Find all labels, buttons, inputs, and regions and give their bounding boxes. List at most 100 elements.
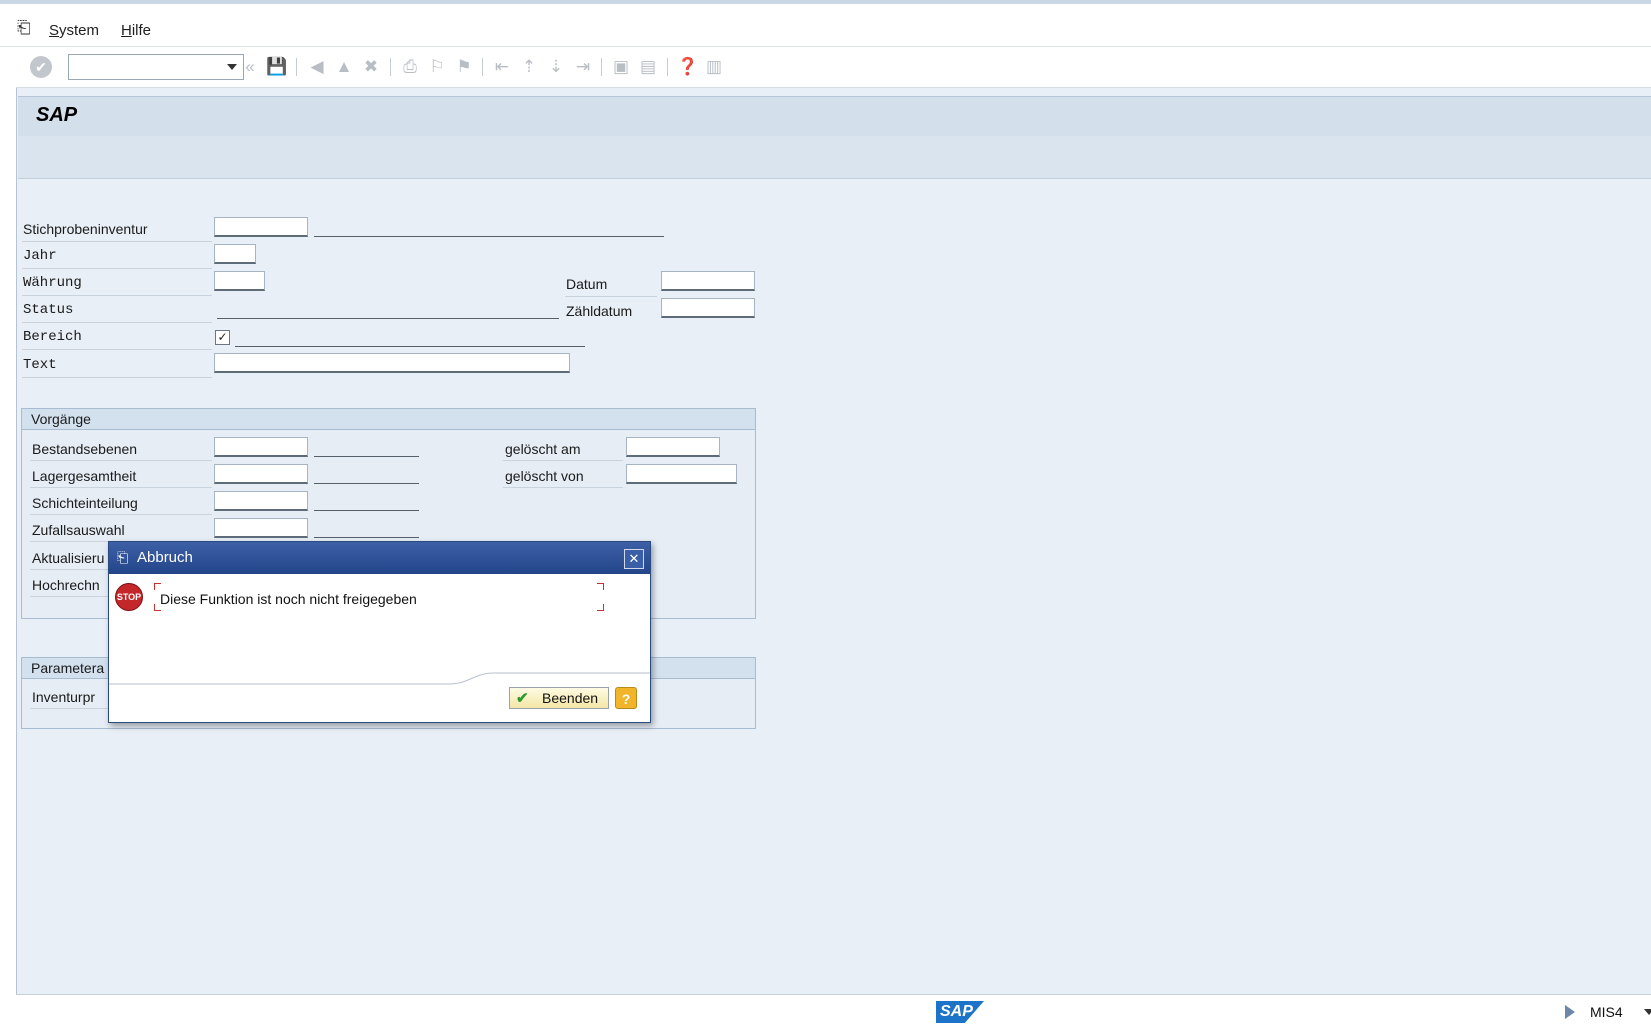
toolbar-separator xyxy=(390,58,391,76)
help-icon[interactable]: ❓ xyxy=(677,57,698,77)
layout-menu-icon[interactable]: ▥ xyxy=(704,57,724,77)
zufallsauswahl-input[interactable] xyxy=(214,518,308,538)
label-underline xyxy=(30,460,212,461)
dialog-message[interactable]: Diese Funktion ist noch nicht freigegebe… xyxy=(160,591,417,607)
vorgaenge-group-header: Vorgänge xyxy=(22,409,755,430)
save-icon[interactable]: 💾 xyxy=(266,57,287,77)
status-label: Status xyxy=(23,302,74,318)
close-icon[interactable]: ✕ xyxy=(624,549,644,569)
label-underline xyxy=(22,322,212,323)
dialog-window-icon: ⎗ xyxy=(117,549,129,565)
geloescht-am-input[interactable] xyxy=(626,437,720,457)
label-underline xyxy=(503,487,623,488)
status-value xyxy=(217,318,559,319)
toolbar-separator xyxy=(601,58,602,76)
previous-page-icon[interactable]: ⇡ xyxy=(519,57,539,77)
page-title: SAP xyxy=(36,104,78,126)
new-session-icon[interactable]: ▣ xyxy=(611,57,631,77)
dialog-title-bar[interactable]: ⎗ Abbruch ✕ xyxy=(109,542,650,574)
vorgaenge-group-title: Vorgänge xyxy=(31,411,91,427)
label-underline xyxy=(30,569,110,570)
datum-label: Datum xyxy=(566,276,608,292)
label-underline xyxy=(30,514,212,515)
application-toolbar xyxy=(18,136,1651,179)
bereich-description xyxy=(235,346,585,347)
stop-icon: STOP xyxy=(115,583,143,611)
zaehldatum-input[interactable] xyxy=(661,298,755,318)
toolbar: ✔ « 💾 ◀ ▲ ✖ ⎙ ⚐ ⚑ ⇤ ⇡ ⇣ ⇥ ▣ ▤ ❓ ▥ xyxy=(16,47,1651,88)
system-name: MIS4 xyxy=(1590,1004,1623,1020)
geloescht-von-input[interactable] xyxy=(626,464,737,484)
waehrung-label: Währung xyxy=(23,275,82,291)
chevron-down-icon[interactable] xyxy=(1644,1009,1651,1015)
message-bracket xyxy=(154,583,161,590)
datum-input[interactable] xyxy=(661,271,755,291)
command-field[interactable] xyxy=(68,54,244,80)
cancel-icon[interactable]: ✖ xyxy=(361,57,381,77)
lagergesamtheit-input[interactable] xyxy=(214,464,308,484)
label-underline xyxy=(22,377,212,378)
bereich-checkbox[interactable]: ✓ xyxy=(215,330,230,345)
exit-icon[interactable]: ▲ xyxy=(334,57,354,77)
enter-icon[interactable]: ✔ xyxy=(30,56,52,78)
zufallsauswahl-label: Zufallsauswahl xyxy=(32,522,125,538)
label-underline xyxy=(22,349,212,350)
label-underline xyxy=(30,708,110,709)
waehrung-input[interactable] xyxy=(214,271,265,291)
sap-logo: SAP xyxy=(936,1001,984,1023)
play-icon[interactable] xyxy=(1565,1005,1575,1019)
help-button[interactable]: ? xyxy=(615,687,637,709)
find-next-icon[interactable]: ⚑ xyxy=(454,57,474,77)
beenden-button[interactable]: ✔ Beenden xyxy=(509,687,609,709)
toolbar-separator xyxy=(296,58,297,76)
beenden-button-label: Beenden xyxy=(542,690,599,706)
schichteinteilung-value xyxy=(314,510,419,511)
checkmark-icon: ✔ xyxy=(516,690,529,707)
chevron-down-icon[interactable] xyxy=(227,64,237,70)
label-underline xyxy=(565,296,657,297)
dialog-title: Abbruch xyxy=(137,549,193,566)
lagergesamtheit-label: Lagergesamtheit xyxy=(32,468,137,484)
bestandsebenen-label: Bestandsebenen xyxy=(32,441,138,457)
last-page-icon[interactable]: ⇥ xyxy=(573,57,593,77)
stichprobeninventur-label: Stichprobeninventur xyxy=(23,221,148,237)
back-icon[interactable]: ◀ xyxy=(307,57,327,77)
menu-bar: ⎗ System Hilfe xyxy=(0,4,1651,47)
jahr-label: Jahr xyxy=(23,248,57,264)
geloescht-von-label: gelöscht von xyxy=(505,468,584,484)
print-icon[interactable]: ⎙ xyxy=(400,57,420,77)
abbruch-dialog: ⎗ Abbruch ✕ STOP Diese Funktion ist noch… xyxy=(108,541,651,723)
hochrechnung-label: Hochrechn xyxy=(32,577,100,593)
next-page-icon[interactable]: ⇣ xyxy=(546,57,566,77)
bestandsebenen-input[interactable] xyxy=(214,437,308,457)
zufallsauswahl-value xyxy=(314,537,419,538)
jahr-input[interactable] xyxy=(214,244,256,264)
lagergesamtheit-value xyxy=(314,483,419,484)
aktualisierung-label: Aktualisieru xyxy=(32,550,105,566)
menu-hilfe[interactable]: Hilfe xyxy=(121,22,151,39)
title-bar: SAP xyxy=(18,96,1651,137)
shortcut-icon[interactable]: ▤ xyxy=(638,57,658,77)
geloescht-am-label: gelöscht am xyxy=(505,441,581,457)
message-bracket xyxy=(597,583,604,590)
bestandsebenen-value xyxy=(314,456,419,457)
back-double-icon[interactable]: « xyxy=(240,57,260,77)
menu-icon[interactable]: ⎗ xyxy=(17,18,31,38)
zaehldatum-label: Zähldatum xyxy=(566,303,633,319)
toolbar-separator xyxy=(482,58,483,76)
stichprobeninventur-description xyxy=(314,236,664,237)
schichteinteilung-input[interactable] xyxy=(214,491,308,511)
first-page-icon[interactable]: ⇤ xyxy=(492,57,512,77)
text-label: Text xyxy=(23,357,57,373)
stichprobeninventur-input[interactable] xyxy=(214,217,308,237)
find-icon[interactable]: ⚐ xyxy=(427,57,447,77)
label-underline xyxy=(30,487,212,488)
label-underline xyxy=(30,596,110,597)
text-input[interactable] xyxy=(214,353,570,373)
toolbar-separator xyxy=(667,58,668,76)
bereich-label: Bereich xyxy=(23,329,82,345)
inventur-parameter-label: Inventurpr xyxy=(32,689,96,705)
message-bracket xyxy=(597,604,604,611)
label-underline xyxy=(22,295,212,296)
menu-system[interactable]: System xyxy=(49,22,99,39)
